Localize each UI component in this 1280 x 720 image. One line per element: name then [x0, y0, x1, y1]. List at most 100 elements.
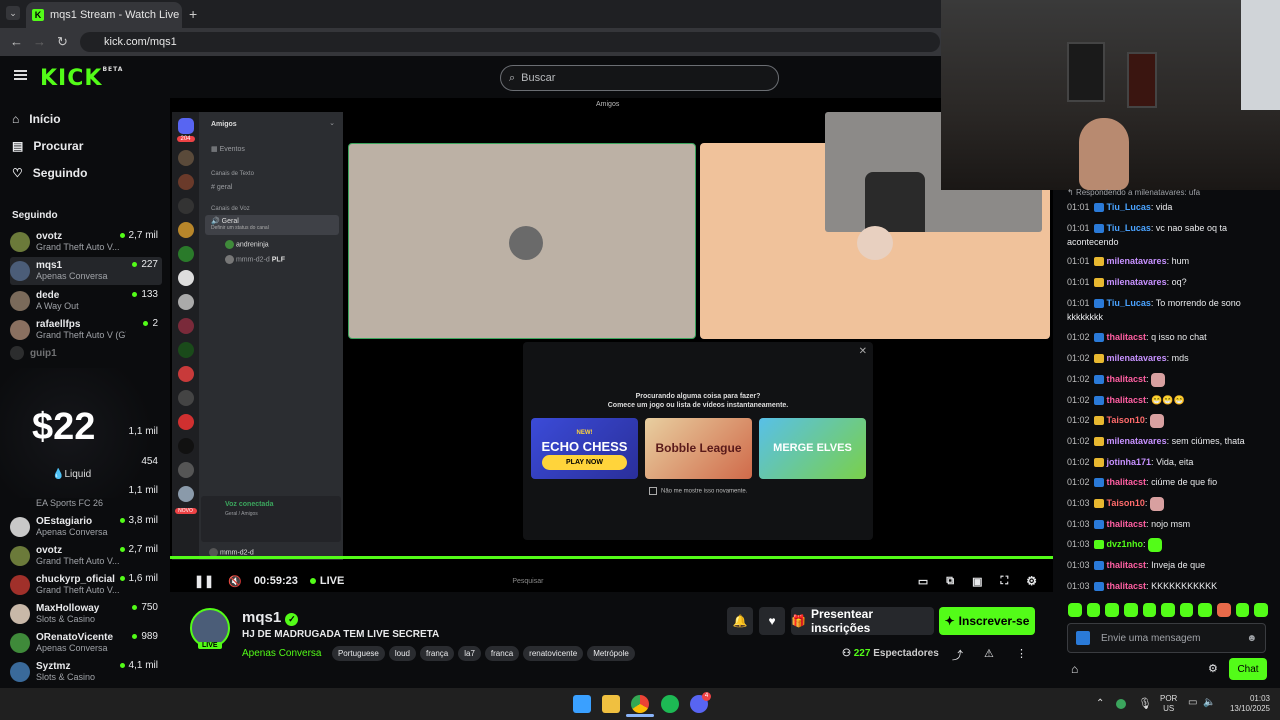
- sidebar-channel[interactable]: OEstagiario Apenas Conversa 3,8 mil: [10, 513, 162, 541]
- sidebar-channel[interactable]: guip1: [10, 344, 162, 362]
- sidebar-channel[interactable]: ORenatoVicente Apenas Conversa 989: [10, 629, 162, 657]
- mute-icon[interactable]: 🔇: [228, 575, 242, 588]
- tag[interactable]: renatovicente: [523, 646, 584, 661]
- reload-icon[interactable]: ↻: [57, 34, 68, 50]
- emote-icon[interactable]: [1068, 603, 1082, 617]
- emote-icon[interactable]: [1198, 603, 1213, 617]
- sidebar-channel[interactable]: ovotz Grand Theft Auto V... 2,7 mil: [10, 228, 162, 256]
- nav-home[interactable]: ⌂ Início: [12, 112, 61, 126]
- streamer-name[interactable]: mqs1 ✓: [242, 609, 299, 626]
- sidebar-channel[interactable]: rafaellfpsGrand Theft Auto V (GTA) 2: [10, 316, 162, 344]
- emote-icon[interactable]: [1217, 603, 1231, 617]
- send-chat-button[interactable]: Chat: [1229, 658, 1267, 680]
- message-username[interactable]: milenatavares: [1107, 256, 1167, 266]
- game-card[interactable]: Bobble League: [645, 418, 752, 479]
- close-icon[interactable]: ✕: [859, 346, 867, 357]
- browser-tab[interactable]: K mqs1 Stream - Watch Live on K ✕: [26, 2, 182, 28]
- menu-icon[interactable]: [14, 70, 27, 80]
- language-indicator[interactable]: POR US: [1160, 694, 1177, 714]
- game-card[interactable]: MERGE ELVES: [759, 418, 866, 479]
- sponsored-ad[interactable]: $22 💧Liquid 1,1 mil 454 1,1 mil: [0, 368, 170, 498]
- tab-list-button[interactable]: ⌄: [6, 6, 20, 20]
- nav-browse[interactable]: ▤ Procurar: [12, 139, 83, 153]
- pip-icon[interactable]: ⧉: [946, 575, 954, 588]
- nav-following[interactable]: ♡ Seguindo: [12, 166, 87, 180]
- microphone-icon[interactable]: 🎙: [1138, 697, 1152, 710]
- address-bar[interactable]: kick.com/mqs1: [80, 32, 940, 52]
- tray-app-icon[interactable]: [1116, 699, 1126, 709]
- emote-icon[interactable]: [1161, 603, 1175, 617]
- message-username[interactable]: Taison10: [1107, 498, 1145, 508]
- checkbox-row[interactable]: Não me mostre isso novamente.: [649, 487, 747, 495]
- tag[interactable]: la7: [458, 646, 481, 661]
- more-icon[interactable]: ⋮: [1016, 647, 1027, 660]
- new-tab-button[interactable]: +: [189, 6, 197, 22]
- message-username[interactable]: thalitacst: [1107, 581, 1147, 591]
- emote-icon[interactable]: [1086, 603, 1101, 617]
- message-username[interactable]: jotinha171: [1107, 457, 1152, 467]
- emote-icon[interactable]: [1142, 603, 1157, 617]
- message-username[interactable]: thalitacst: [1107, 332, 1147, 342]
- follow-button[interactable]: ♥: [759, 607, 785, 635]
- sidebar-channel[interactable]: chuckyrp_oficial Grand Theft Auto V... 1,6…: [10, 571, 162, 599]
- chat-input[interactable]: Envie uma mensagem ☻: [1067, 623, 1266, 653]
- message-username[interactable]: Tiu_Lucas: [1107, 298, 1151, 308]
- tag[interactable]: Metrópole: [587, 646, 635, 661]
- message-username[interactable]: dvz1nho: [1107, 539, 1144, 549]
- emote-icon[interactable]: [1179, 603, 1194, 617]
- volume-icon[interactable]: 🔈: [1203, 697, 1215, 708]
- windows-start-icon[interactable]: [573, 695, 591, 713]
- chat-settings-icon[interactable]: ⚙: [1208, 662, 1218, 675]
- message-username[interactable]: Tiu_Lucas: [1107, 223, 1151, 233]
- cast-icon[interactable]: ▣: [972, 575, 982, 588]
- message-username[interactable]: milenatavares: [1107, 277, 1167, 287]
- message-username[interactable]: Tiu_Lucas: [1107, 202, 1151, 212]
- tag[interactable]: franca: [484, 646, 520, 661]
- sidebar-channel[interactable]: Syztmz Slots & Casino 4,1 mil: [10, 658, 162, 686]
- sidebar-channel[interactable]: ovotz Grand Theft Auto V... 2,7 mil: [10, 542, 162, 570]
- back-icon[interactable]: ←: [10, 34, 23, 49]
- message-username[interactable]: thalitacst: [1107, 560, 1147, 570]
- game-card[interactable]: NEW! ECHO CHESS PLAY NOW: [531, 418, 638, 479]
- emote-icon[interactable]: [1254, 603, 1269, 617]
- progress-bar[interactable]: [170, 556, 1053, 559]
- pause-icon[interactable]: ❚❚: [194, 574, 214, 588]
- forward-icon[interactable]: →: [33, 34, 46, 49]
- share-icon[interactable]: ⤴: [952, 647, 963, 663]
- clock[interactable]: 01:03 13/10/2025: [1222, 694, 1270, 714]
- message-username[interactable]: thalitacst: [1107, 395, 1147, 405]
- tag[interactable]: loud: [388, 646, 416, 661]
- message-username[interactable]: Taison10: [1107, 415, 1145, 425]
- fullscreen-icon[interactable]: ⛶: [1001, 575, 1009, 588]
- network-icon[interactable]: ▭: [1188, 697, 1197, 708]
- message-username[interactable]: thalitacst: [1107, 477, 1147, 487]
- search-input[interactable]: ⌕ Buscar: [500, 65, 779, 91]
- file-explorer-icon[interactable]: [602, 695, 620, 713]
- theater-mode-icon[interactable]: ▭: [918, 575, 928, 588]
- notifications-button[interactable]: 🔔: [727, 607, 753, 635]
- report-icon[interactable]: ⚠: [984, 647, 994, 660]
- emote-icon[interactable]: [1123, 603, 1138, 617]
- spotify-icon[interactable]: [661, 695, 679, 713]
- emoji-icon[interactable]: ☻: [1246, 633, 1257, 644]
- kick-logo[interactable]: KICKBETA: [40, 66, 123, 91]
- message-username[interactable]: milenatavares: [1107, 436, 1167, 446]
- sidebar-channel[interactable]: MaxHolloway Slots & Casino 750: [10, 600, 162, 628]
- message-username[interactable]: milenatavares: [1107, 353, 1167, 363]
- tag[interactable]: Portuguese: [331, 646, 385, 661]
- settings-icon[interactable]: ⚙: [1026, 574, 1037, 588]
- sidebar-channel-active[interactable]: mqs1 Apenas Conversa 227: [10, 257, 162, 285]
- tag[interactable]: frança: [420, 646, 455, 661]
- tray-chevron-icon[interactable]: ⌃: [1096, 698, 1104, 709]
- play-now-button[interactable]: PLAY NOW: [541, 455, 628, 470]
- stream-category[interactable]: Apenas Conversa: [242, 648, 322, 659]
- emote-icon[interactable]: [1105, 603, 1119, 617]
- subscribe-button[interactable]: ✦ Inscrever-se: [939, 607, 1035, 635]
- store-icon[interactable]: ⌂: [1071, 662, 1078, 676]
- emote-icon[interactable]: [1235, 603, 1250, 617]
- message-username[interactable]: thalitacst: [1107, 374, 1147, 384]
- gift-subs-button[interactable]: 🎁 Presentear inscrições: [791, 607, 934, 635]
- message-username[interactable]: thalitacst: [1107, 519, 1147, 529]
- sidebar-channel[interactable]: dede A Way Out 133: [10, 287, 162, 315]
- checkbox[interactable]: [649, 487, 657, 495]
